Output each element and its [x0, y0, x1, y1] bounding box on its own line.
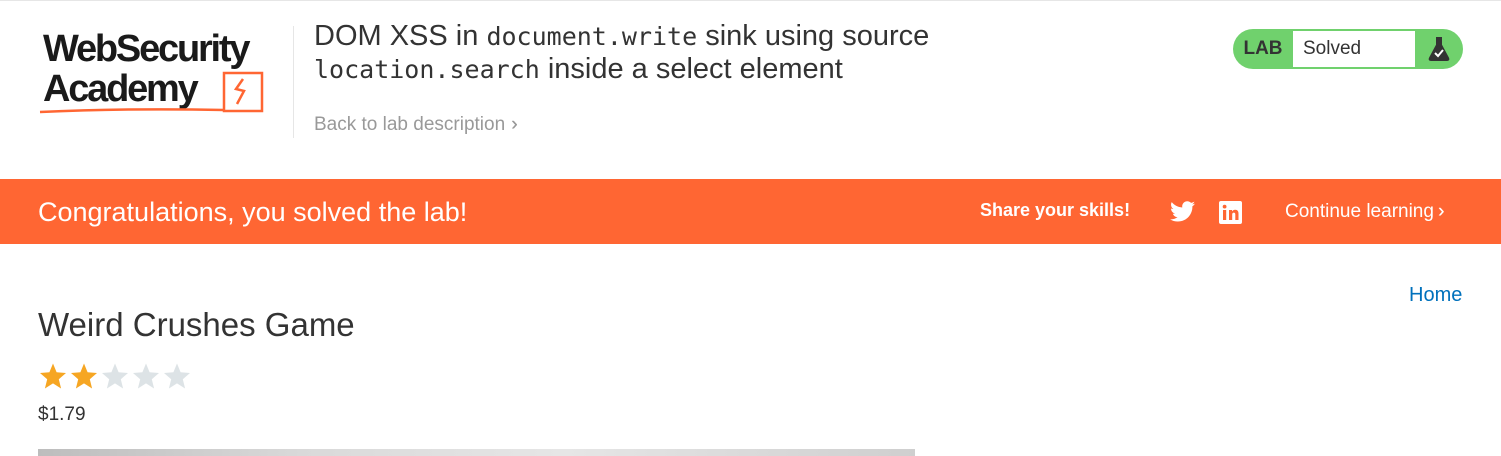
share-skills-label: Share your skills!: [980, 200, 1131, 220]
top-border: [0, 0, 1501, 1]
double-chevron-right-icon: ››: [511, 114, 516, 135]
continue-learning-label: Continue learning: [1285, 201, 1434, 222]
lab-status-state: Solved: [1293, 31, 1415, 67]
product-price: $1.79: [38, 404, 86, 425]
back-link-label: Back to lab description: [314, 114, 506, 135]
lab-title: DOM XSS in document.write sink using sou…: [314, 20, 1214, 86]
product-title: Weird Crushes Game: [38, 306, 355, 343]
header-divider: [293, 26, 294, 138]
back-to-lab-description-link[interactable]: Back to lab description ››: [314, 114, 516, 136]
star-filled-icon: [40, 363, 66, 389]
title-code-document-write: document.write: [486, 22, 698, 51]
star-empty-icon: [133, 363, 159, 389]
star-empty-icon: [164, 363, 190, 389]
home-link[interactable]: Home: [1409, 284, 1462, 307]
product-image: [38, 449, 915, 456]
title-part-5: inside a select element: [539, 53, 843, 85]
lab-status-label: LAB: [1243, 38, 1283, 59]
linkedin-icon[interactable]: [1219, 201, 1242, 229]
congratulations-message: Congratulations, you solved the lab!: [38, 197, 468, 227]
star-rating: [38, 362, 192, 390]
continue-learning-link[interactable]: Continue learning ››: [1285, 201, 1443, 223]
double-chevron-right-icon: ››: [1437, 201, 1443, 222]
logo-mark-icon: [39, 71, 264, 114]
twitter-icon[interactable]: [1170, 201, 1195, 227]
title-part-1: DOM XSS in: [314, 20, 487, 52]
title-code-location-search: location.search: [314, 55, 540, 84]
web-security-academy-logo[interactable]: WebSecurity Academy: [38, 24, 293, 119]
flask-icon: [1415, 36, 1463, 62]
title-part-3: sink using source: [697, 20, 930, 52]
solved-banner: Congratulations, you solved the lab! Sha…: [0, 179, 1501, 244]
star-empty-icon: [102, 363, 128, 389]
star-filled-icon: [71, 363, 97, 389]
lab-status-badge: LAB Solved: [1233, 29, 1463, 69]
